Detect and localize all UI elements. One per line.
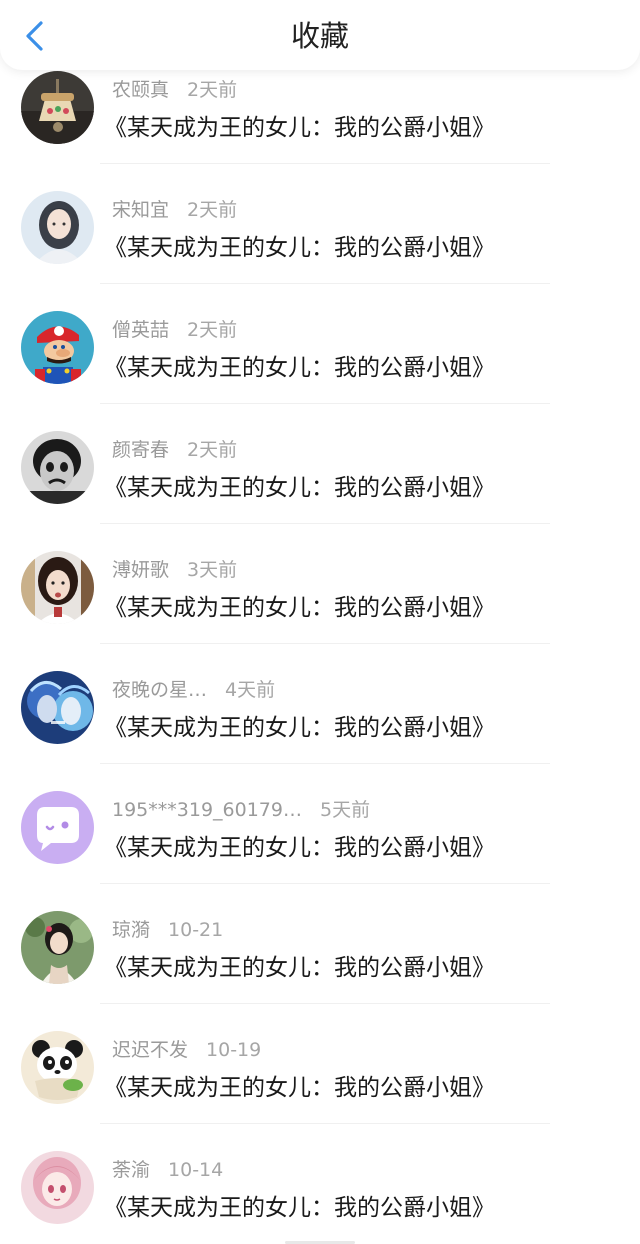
list-item[interactable]: 颜寄春 2天前 《某天成为王的女儿：我的公爵小姐》 — [0, 404, 640, 524]
list-item[interactable]: 琼漪 10-21 《某天成为王的女儿：我的公爵小姐》 — [0, 884, 640, 1004]
timestamp: 2天前 — [187, 199, 238, 221]
avatar[interactable] — [21, 791, 94, 864]
book-title[interactable]: 《某天成为王的女儿：我的公爵小姐》 — [104, 951, 495, 985]
timestamp: 10-14 — [168, 1159, 224, 1181]
book-title[interactable]: 《某天成为王的女儿：我的公爵小姐》 — [104, 831, 495, 865]
book-title[interactable]: 《某天成为王的女儿：我的公爵小姐》 — [104, 591, 495, 625]
favorites-list: 农颐真 2天前 《某天成为王的女儿：我的公爵小姐》 宋知宜 2天前 《某天成为王… — [0, 44, 640, 1244]
list-item[interactable]: 溥妍歌 3天前 《某天成为王的女儿：我的公爵小姐》 — [0, 524, 640, 644]
page-title: 收藏 — [290, 19, 349, 53]
hanfu-girl-avatar — [21, 911, 94, 984]
item-meta: 农颐真 2天前 — [112, 77, 237, 103]
item-meta: 迟迟不发 10-19 — [112, 1037, 261, 1063]
mime-face-avatar — [21, 431, 94, 504]
timestamp: 5天前 — [319, 799, 371, 821]
book-title[interactable]: 《某天成为王的女儿：我的公爵小姐》 — [104, 1191, 495, 1225]
avatar[interactable] — [21, 191, 94, 264]
mario-avatar — [21, 311, 94, 384]
book-title[interactable]: 《某天成为王的女儿：我的公爵小姐》 — [104, 231, 495, 265]
item-meta: 溥妍歌 3天前 — [112, 557, 237, 583]
item-meta: 宋知宜 2天前 — [112, 197, 237, 223]
username[interactable]: 宋知宜 — [112, 199, 169, 221]
girl-photo-avatar — [21, 551, 94, 624]
item-meta: 颜寄春 2天前 — [112, 437, 237, 463]
username[interactable]: 僧英喆 — [112, 319, 169, 341]
list-item[interactable]: 宋知宜 2天前 《某天成为王的女儿：我的公爵小姐》 — [0, 164, 640, 284]
book-title[interactable]: 《某天成为王的女儿：我的公爵小姐》 — [104, 1071, 495, 1105]
anime-girl-avatar — [21, 191, 94, 264]
username[interactable]: 琼漪 — [112, 919, 150, 941]
avatar[interactable] — [21, 1151, 94, 1224]
list-item[interactable]: 195***319_60179… 5天前 《某天成为王的女儿：我的公爵小姐》 — [0, 764, 640, 884]
pink-anime-avatar — [21, 1151, 94, 1224]
avatar[interactable] — [21, 311, 94, 384]
list-item[interactable]: 僧英喆 2天前 《某天成为王的女儿：我的公爵小姐》 — [0, 284, 640, 404]
panda-avatar — [21, 1031, 94, 1104]
timestamp: 2天前 — [187, 319, 238, 341]
username[interactable]: 荼渝 — [112, 1159, 150, 1181]
item-meta: 夜晚の星… 4天前 — [112, 677, 275, 703]
username[interactable]: 溥妍歌 — [112, 559, 169, 581]
username[interactable]: 195***319_60179… — [112, 799, 302, 821]
list-item[interactable]: 迟迟不发 10-19 《某天成为王的女儿：我的公爵小姐》 — [0, 1004, 640, 1124]
chat-bubble-default-avatar — [21, 791, 94, 864]
timestamp: 2天前 — [187, 79, 238, 101]
bell-photo-avatar — [21, 71, 94, 144]
book-title[interactable]: 《某天成为王的女儿：我的公爵小姐》 — [104, 351, 495, 385]
timestamp: 4天前 — [225, 679, 276, 701]
username[interactable]: 夜晚の星… — [112, 679, 207, 701]
timestamp: 3天前 — [187, 559, 238, 581]
fantasy-character-avatar — [21, 671, 94, 744]
list-item[interactable]: 夜晚の星… 4天前 《某天成为王的女儿：我的公爵小姐》 — [0, 644, 640, 764]
nav-header: 收藏 — [0, 0, 640, 70]
avatar[interactable] — [21, 431, 94, 504]
item-meta: 琼漪 10-21 — [112, 917, 223, 943]
item-meta: 僧英喆 2天前 — [112, 317, 237, 343]
avatar[interactable] — [21, 671, 94, 744]
avatar[interactable] — [21, 71, 94, 144]
timestamp: 10-19 — [206, 1039, 262, 1061]
item-meta: 195***319_60179… 5天前 — [112, 797, 370, 823]
item-meta: 荼渝 10-14 — [112, 1157, 223, 1183]
list-item[interactable]: 荼渝 10-14 《某天成为王的女儿：我的公爵小姐》 — [0, 1124, 640, 1244]
book-title[interactable]: 《某天成为王的女儿：我的公爵小姐》 — [104, 711, 495, 745]
username[interactable]: 农颐真 — [112, 79, 169, 101]
username[interactable]: 颜寄春 — [112, 439, 169, 461]
favorites-page: 农颐真 2天前 《某天成为王的女儿：我的公爵小姐》 宋知宜 2天前 《某天成为王… — [0, 0, 640, 1244]
timestamp: 10-21 — [168, 919, 224, 941]
avatar[interactable] — [21, 911, 94, 984]
book-title[interactable]: 《某天成为王的女儿：我的公爵小姐》 — [104, 111, 495, 145]
book-title[interactable]: 《某天成为王的女儿：我的公爵小姐》 — [104, 471, 495, 505]
avatar[interactable] — [21, 1031, 94, 1104]
timestamp: 2天前 — [187, 439, 238, 461]
avatar[interactable] — [21, 551, 94, 624]
username[interactable]: 迟迟不发 — [112, 1039, 188, 1061]
